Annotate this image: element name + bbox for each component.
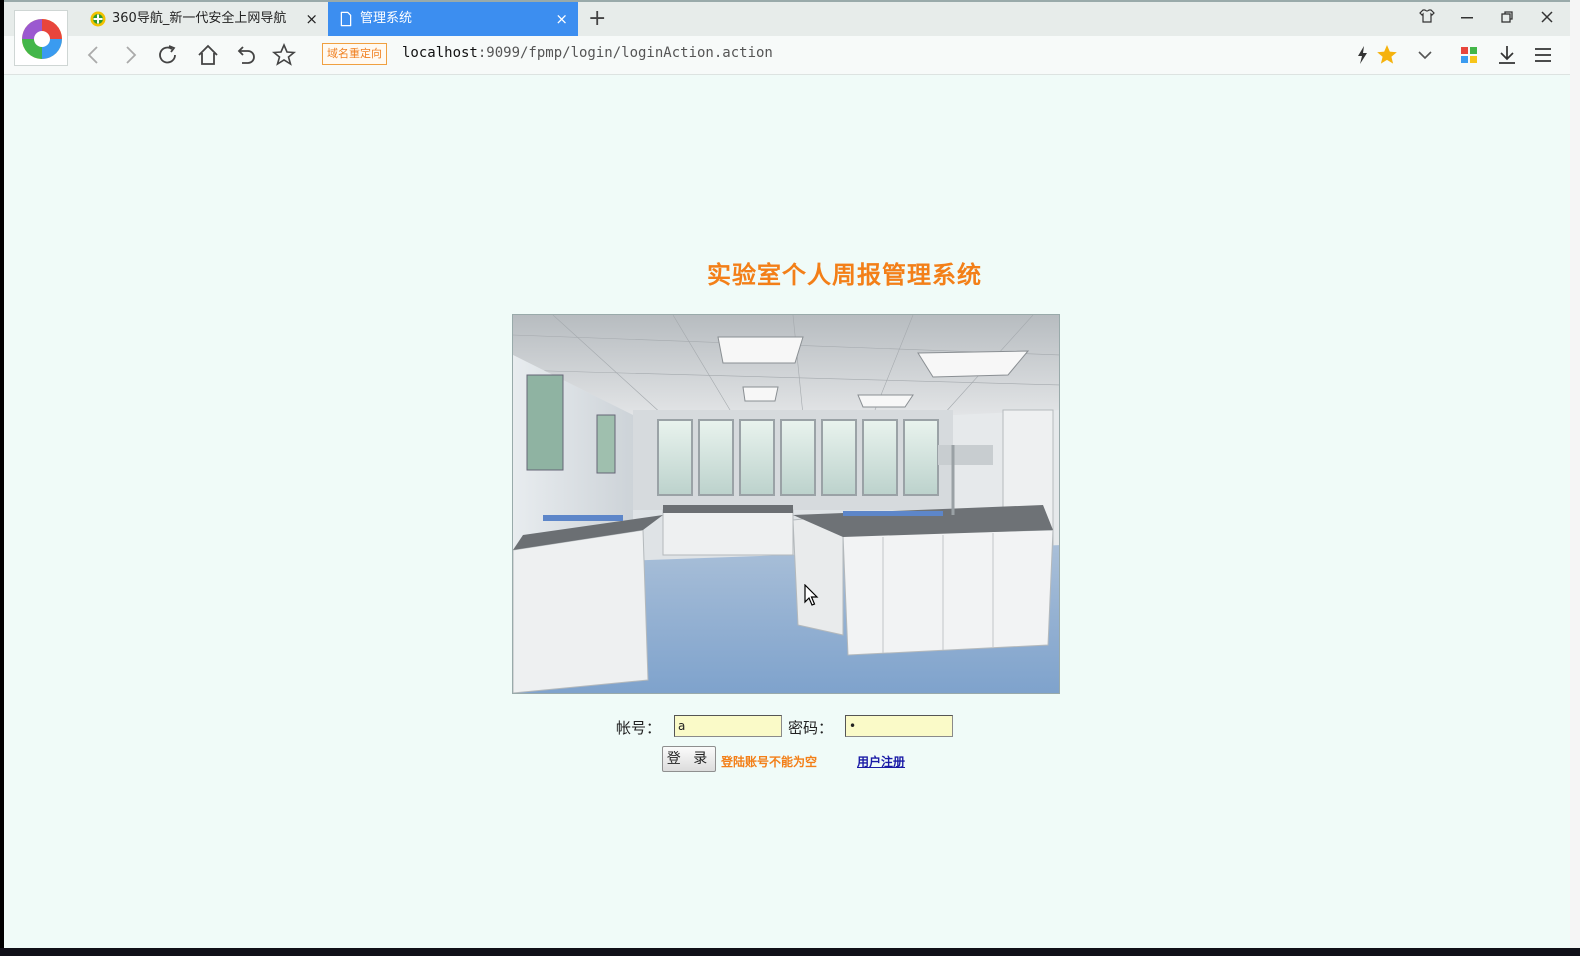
star-icon[interactable] bbox=[270, 42, 298, 68]
apps-icon[interactable] bbox=[1456, 42, 1482, 68]
error-message: 登陆账号不能为空 bbox=[721, 755, 818, 769]
tab-title: 360导航_新一代安全上网导航 bbox=[112, 11, 287, 26]
tab-management-system[interactable]: 管理系统 × bbox=[328, 2, 578, 36]
tab-close-icon[interactable]: × bbox=[305, 2, 318, 36]
address-toolbar: 域名重定向 localhost:9099/fpmp/login/loginAct… bbox=[4, 36, 1570, 75]
page-title: 实验室个人周报管理系统 bbox=[707, 261, 982, 289]
forward-icon[interactable] bbox=[116, 42, 144, 68]
minimize-icon[interactable] bbox=[1449, 2, 1485, 36]
close-icon[interactable] bbox=[1529, 2, 1565, 36]
page-icon bbox=[340, 11, 352, 27]
tab-bar: 360导航_新一代安全上网导航 × 管理系统 × + bbox=[4, 0, 1570, 36]
password-label: 密码： bbox=[788, 719, 834, 737]
login-button[interactable]: 登 录 bbox=[662, 746, 716, 772]
menu-icon[interactable] bbox=[1530, 42, 1556, 68]
url-host: localhost bbox=[402, 45, 478, 61]
browser-logo[interactable] bbox=[14, 10, 68, 66]
taskbar-edge bbox=[0, 948, 1580, 956]
lightning-icon[interactable] bbox=[1350, 42, 1376, 68]
tab-close-icon[interactable]: × bbox=[555, 2, 568, 36]
skin-icon[interactable] bbox=[1409, 2, 1445, 36]
favorite-star-icon[interactable] bbox=[1374, 42, 1400, 68]
laboratory-image bbox=[512, 314, 1060, 694]
account-label: 帐号： bbox=[616, 719, 662, 737]
download-icon[interactable] bbox=[1494, 42, 1520, 68]
home-icon[interactable] bbox=[194, 42, 222, 68]
register-link[interactable]: 用户注册 bbox=[857, 753, 905, 770]
mouse-cursor-icon bbox=[804, 584, 819, 606]
address-bar[interactable]: 域名重定向 localhost:9099/fpmp/login/loginAct… bbox=[322, 40, 1344, 70]
url-path: :9099/fpmp/login/loginAction.action bbox=[477, 45, 773, 61]
restore-icon[interactable] bbox=[1489, 2, 1525, 36]
360-shield-icon bbox=[90, 11, 106, 27]
redirect-badge[interactable]: 域名重定向 bbox=[322, 43, 387, 65]
password-input[interactable] bbox=[845, 715, 953, 737]
back-icon[interactable] bbox=[80, 42, 108, 68]
dropdown-icon[interactable] bbox=[1412, 42, 1438, 68]
tab-360-nav[interactable]: 360导航_新一代安全上网导航 × bbox=[80, 2, 328, 36]
account-input[interactable] bbox=[674, 715, 782, 737]
new-tab-button[interactable]: + bbox=[588, 2, 606, 36]
url-text[interactable]: localhost:9099/fpmp/login/loginAction.ac… bbox=[402, 45, 773, 61]
tab-title: 管理系统 bbox=[360, 11, 413, 26]
360-browser-logo-icon bbox=[22, 19, 62, 59]
browser-window: 360导航_新一代安全上网导航 × 管理系统 × + 域名重定向 localho… bbox=[4, 0, 1570, 948]
window-edge bbox=[1570, 0, 1580, 948]
undo-icon[interactable] bbox=[232, 42, 260, 68]
reload-icon[interactable] bbox=[154, 42, 182, 68]
